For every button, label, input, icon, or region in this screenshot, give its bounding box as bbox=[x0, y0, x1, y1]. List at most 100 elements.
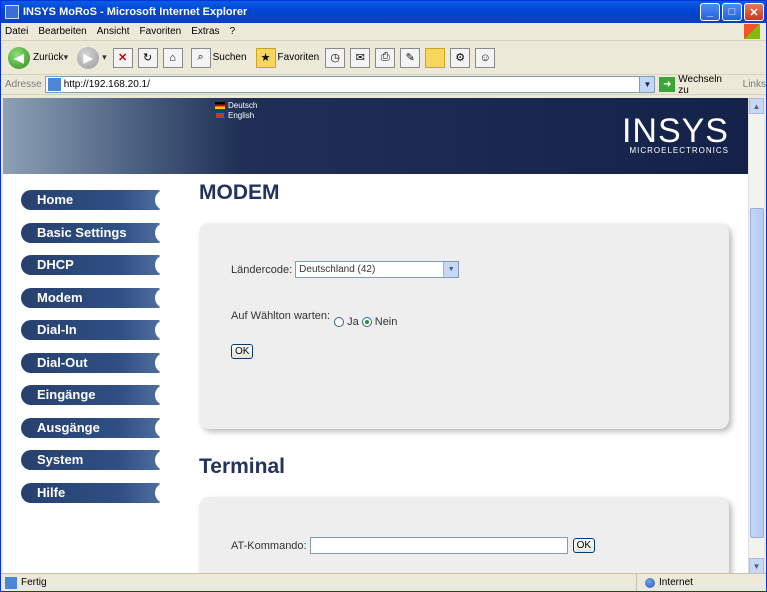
at-row: AT-Kommando: OK bbox=[231, 537, 697, 554]
status-left: Fertig bbox=[1, 576, 636, 589]
search-icon: ⌕ bbox=[190, 47, 211, 68]
links-button[interactable]: Links bbox=[743, 79, 766, 90]
menu-view[interactable]: Ansicht bbox=[97, 26, 130, 37]
page-done-icon bbox=[5, 576, 17, 589]
radio-nein-label: Nein bbox=[374, 316, 398, 328]
vertical-scrollbar[interactable]: ▲ ▼ bbox=[748, 98, 764, 574]
stop-icon[interactable]: ✕ bbox=[112, 47, 133, 68]
lang-de-label: Deutsch bbox=[228, 101, 258, 110]
scroll-up-icon[interactable]: ▲ bbox=[749, 98, 764, 114]
terminal-panel: AT-Kommando: OK bbox=[199, 497, 729, 574]
go-arrow-icon: ➜ bbox=[659, 77, 676, 92]
status-zone: Internet bbox=[636, 574, 766, 591]
menu-file[interactable]: Datei bbox=[5, 26, 28, 37]
back-arrow-icon: ◀ bbox=[8, 46, 30, 69]
country-row: Ländercode: Deutschland (42) ▼ bbox=[231, 261, 697, 278]
minimize-button[interactable]: _ bbox=[700, 3, 720, 21]
menu-help[interactable]: ? bbox=[230, 26, 236, 37]
language-de-link[interactable]: Deutsch bbox=[215, 101, 257, 110]
menu-bar: Datei Bearbeiten Ansicht Favoriten Extra… bbox=[1, 23, 766, 41]
at-command-input[interactable] bbox=[309, 537, 568, 554]
back-label: Zurück bbox=[33, 52, 64, 63]
at-label: AT-Kommando: bbox=[231, 539, 307, 552]
country-label: Ländercode: bbox=[231, 263, 293, 276]
refresh-icon[interactable]: ↻ bbox=[137, 47, 158, 68]
nav-modem[interactable]: Modem bbox=[21, 287, 167, 308]
address-input[interactable]: http://192.168.20.1/ ▼ bbox=[44, 76, 656, 93]
search-button[interactable]: ⌕ Suchen bbox=[188, 46, 250, 70]
logo-subtext: MICROELECTRONICS bbox=[629, 146, 729, 155]
window-title: INSYS MoRoS - Microsoft Internet Explore… bbox=[23, 6, 248, 18]
go-label: Wechseln zu bbox=[678, 73, 722, 96]
logo-text: INSYS bbox=[621, 112, 729, 150]
country-value: Deutschland (42) bbox=[299, 264, 376, 275]
browser-window: INSYS MoRoS - Microsoft Internet Explore… bbox=[0, 0, 767, 592]
language-en-link[interactable]: English bbox=[215, 111, 254, 120]
nav-dhcp[interactable]: DHCP bbox=[21, 255, 167, 275]
nav-ausgaenge[interactable]: Ausgänge bbox=[21, 417, 167, 438]
status-bar: Fertig Internet bbox=[1, 573, 766, 591]
menu-tools[interactable]: Extras bbox=[191, 26, 219, 37]
print-icon[interactable]: ⎙ bbox=[375, 47, 396, 68]
address-dropdown-icon[interactable]: ▼ bbox=[639, 77, 655, 92]
windows-logo-icon bbox=[744, 24, 760, 39]
favorites-label: Favoriten bbox=[277, 52, 320, 63]
search-label: Suchen bbox=[212, 52, 247, 63]
zone-text: Internet bbox=[659, 577, 693, 588]
nav-system[interactable]: System bbox=[21, 450, 167, 470]
home-icon[interactable]: ⌂ bbox=[162, 47, 183, 68]
messenger-icon[interactable]: ☺ bbox=[475, 47, 496, 68]
favorites-button[interactable]: ★ Favoriten bbox=[253, 46, 323, 70]
nav-eingaenge[interactable]: Eingänge bbox=[21, 385, 167, 405]
header-banner: Deutsch English INSYS MICROELECTRONICS bbox=[3, 98, 749, 174]
menu-favorites[interactable]: Favoriten bbox=[140, 26, 182, 37]
status-text: Fertig bbox=[21, 577, 47, 588]
edit-icon[interactable]: ✎ bbox=[400, 47, 421, 68]
history-icon[interactable]: ◷ bbox=[325, 47, 346, 68]
address-bar: Adresse http://192.168.20.1/ ▼ ➜ Wechseln… bbox=[1, 74, 766, 96]
dialtone-label: Auf Wählton warten: bbox=[231, 310, 331, 322]
forward-arrow-icon: ▶ bbox=[77, 46, 100, 69]
toolbar: ◀ Zurück ▾ ▶ ▾ ✕ ↻ ⌂ ⌕ Suchen ★ Favoriten ◷ … bbox=[1, 41, 766, 75]
insys-logo: INSYS MICROELECTRONICS bbox=[622, 114, 729, 155]
star-icon: ★ bbox=[255, 47, 276, 68]
radio-nein-circle bbox=[361, 317, 372, 327]
radio-ja[interactable]: Ja bbox=[334, 316, 359, 328]
globe-icon bbox=[645, 577, 655, 588]
modem-panel: Ländercode: Deutschland (42) ▼ Auf Wählt… bbox=[199, 223, 729, 429]
modem-ok-button[interactable]: OK bbox=[231, 344, 254, 359]
maximize-button[interactable]: □ bbox=[722, 3, 742, 21]
mail-icon[interactable]: ✉ bbox=[350, 47, 371, 68]
page-icon bbox=[47, 78, 61, 91]
close-button[interactable]: ✕ bbox=[744, 3, 764, 21]
research-icon[interactable]: ⚙ bbox=[450, 47, 471, 68]
address-url: http://192.168.20.1/ bbox=[63, 79, 150, 90]
radio-nein[interactable]: Nein bbox=[361, 316, 398, 328]
nav-home[interactable]: Home bbox=[21, 190, 167, 210]
radio-ja-circle bbox=[334, 317, 345, 327]
dialtone-row: Auf Wählton warten: Ja Nein bbox=[231, 310, 697, 330]
forward-button[interactable]: ▶ ▾ bbox=[74, 45, 110, 71]
nav-basic-settings[interactable]: Basic Settings bbox=[21, 222, 167, 243]
german-flag-icon bbox=[215, 102, 225, 109]
nav-hilfe[interactable]: Hilfe bbox=[21, 482, 167, 503]
country-select[interactable]: Deutschland (42) ▼ bbox=[295, 261, 460, 278]
scroll-down-icon[interactable]: ▼ bbox=[749, 558, 764, 574]
lang-en-label: English bbox=[228, 111, 255, 120]
sidebar-nav: Home Basic Settings DHCP Modem Dial-In D… bbox=[21, 190, 167, 515]
ie-app-icon bbox=[5, 5, 19, 19]
uk-flag-icon bbox=[215, 112, 225, 119]
folder-icon[interactable] bbox=[425, 47, 446, 68]
radio-ja-label: Ja bbox=[347, 316, 359, 328]
terminal-title: Terminal bbox=[199, 455, 285, 478]
back-button[interactable]: ◀ Zurück ▾ bbox=[5, 45, 71, 71]
menu-edit[interactable]: Bearbeiten bbox=[38, 26, 86, 37]
title-bar: INSYS MoRoS - Microsoft Internet Explore… bbox=[1, 1, 766, 23]
nav-dial-out[interactable]: Dial-Out bbox=[21, 352, 167, 373]
go-button[interactable]: ➜ Wechseln zu bbox=[659, 74, 734, 96]
address-label: Adresse bbox=[5, 79, 42, 90]
scroll-thumb[interactable] bbox=[750, 208, 764, 538]
terminal-ok-button[interactable]: OK bbox=[572, 538, 596, 553]
nav-dial-in[interactable]: Dial-In bbox=[21, 320, 167, 340]
page-content: Deutsch English INSYS MICROELECTRONICS H… bbox=[3, 98, 749, 574]
